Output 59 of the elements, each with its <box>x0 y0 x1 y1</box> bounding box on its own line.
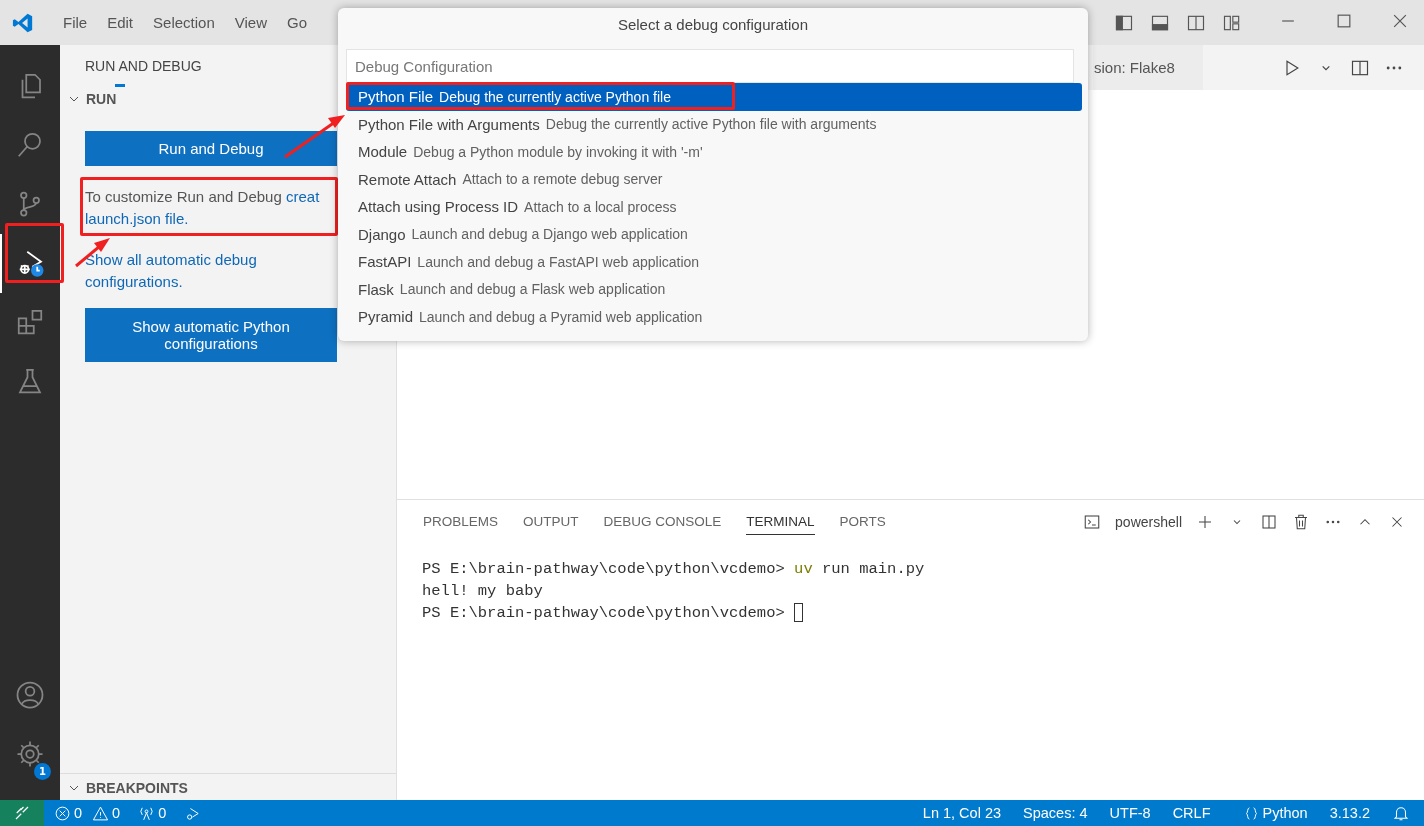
sidebar-title: RUN AND DEBUG <box>85 58 202 74</box>
python-configurations-button[interactable]: Show automatic Python configurations <box>85 308 337 362</box>
panel-tab[interactable]: PORTS <box>839 509 886 535</box>
remote-icon[interactable] <box>13 804 31 822</box>
bell-icon[interactable] <box>1392 804 1410 822</box>
account-icon[interactable] <box>15 680 45 710</box>
quick-pick-input[interactable]: Debug Configuration <box>346 49 1074 83</box>
menu-item[interactable]: Selection <box>143 14 225 31</box>
status-item[interactable]: UTF-8 <box>1109 805 1151 821</box>
ports-count[interactable]: 0 <box>158 805 167 821</box>
configuration-option[interactable]: Flask Launch and debug a Flask web application <box>346 275 1082 303</box>
extensions-icon[interactable] <box>15 307 45 337</box>
launch-json-link[interactable]: launch.json file. <box>85 210 189 227</box>
run-and-debug-button[interactable]: Run and Debug <box>85 131 337 166</box>
settings-icon[interactable] <box>15 739 45 769</box>
configuration-option[interactable]: Remote Attach Attach to a remote debug server <box>346 165 1082 193</box>
app-logo-icon <box>12 11 34 34</box>
show-configurations-link[interactable]: Show all automatic debug configurations. <box>85 249 285 293</box>
customize-text: To customize Run and Debug creat launch.json file. <box>85 187 321 229</box>
warning-count[interactable]: 0 <box>112 805 121 821</box>
terminal-profile[interactable]: powershell <box>1115 514 1182 530</box>
terminal-line: PS E:\brain-pathway\code\python\vcdemo> uv run main.py <box>422 559 926 580</box>
status-item[interactable]: Ln 1, Col 23 <box>922 805 1002 821</box>
editor-tab[interactable]: sion: Flake8 <box>1093 45 1203 90</box>
quick-pick-title: Select a debug configuration <box>616 15 810 35</box>
menu-item[interactable]: Go <box>277 14 317 31</box>
status-item[interactable]: Spaces: 4 <box>1023 805 1088 821</box>
terminal-output: hell! my baby <box>422 581 544 602</box>
notification-badge: 1 <box>34 763 51 780</box>
panel-tab[interactable]: OUTPUT <box>523 509 579 535</box>
menu-item[interactable]: View <box>224 14 277 31</box>
terminal-cursor <box>794 603 804 623</box>
annotation-arrow <box>284 115 345 159</box>
panel-tab[interactable]: TERMINAL <box>746 509 815 535</box>
configuration-option[interactable]: Python File with Arguments Debug the currently active Python file with arguments <box>346 110 1082 138</box>
terminal-prompt: PS E:\brain-pathway\code\python\vcdemo> <box>422 604 785 622</box>
python-version[interactable]: 3.13.2 <box>1329 805 1370 821</box>
section-header[interactable]: BREAKPOINTS <box>86 780 188 796</box>
menu-item[interactable]: Edit <box>97 14 144 31</box>
menu-item[interactable]: File <box>53 14 98 31</box>
create-link[interactable]: creat <box>285 188 320 205</box>
warning-icon[interactable] <box>92 804 110 822</box>
section-header[interactable]: RUN <box>86 91 117 107</box>
configuration-option[interactable]: Module Debug a Python module by invoking it with '-m' <box>346 138 1082 166</box>
configuration-option[interactable]: Pyramid Launch and debug a Pyramid web application <box>346 303 1082 331</box>
error-icon[interactable] <box>54 804 71 822</box>
highlight-box <box>5 223 64 283</box>
split-terminal-icon[interactable] <box>1260 513 1278 531</box>
configuration-option[interactable]: FastAPI Launch and debug a FastAPI web application <box>346 248 1082 276</box>
panel-tab[interactable]: PROBLEMS <box>423 509 499 535</box>
status-item[interactable]: CRLF <box>1172 805 1211 821</box>
language-mode[interactable]: Python <box>1262 805 1308 821</box>
configuration-option[interactable]: Django Launch and debug a Django web application <box>346 220 1082 248</box>
panel-tab[interactable]: DEBUG CONSOLE <box>603 509 722 535</box>
trash-icon[interactable] <box>1292 513 1310 531</box>
error-count[interactable]: 0 <box>74 805 83 821</box>
add-icon[interactable] <box>1196 513 1214 531</box>
terminal-icon[interactable] <box>1083 513 1102 531</box>
configuration-option[interactable]: Attach using Process ID Attach to a local process <box>346 193 1082 221</box>
